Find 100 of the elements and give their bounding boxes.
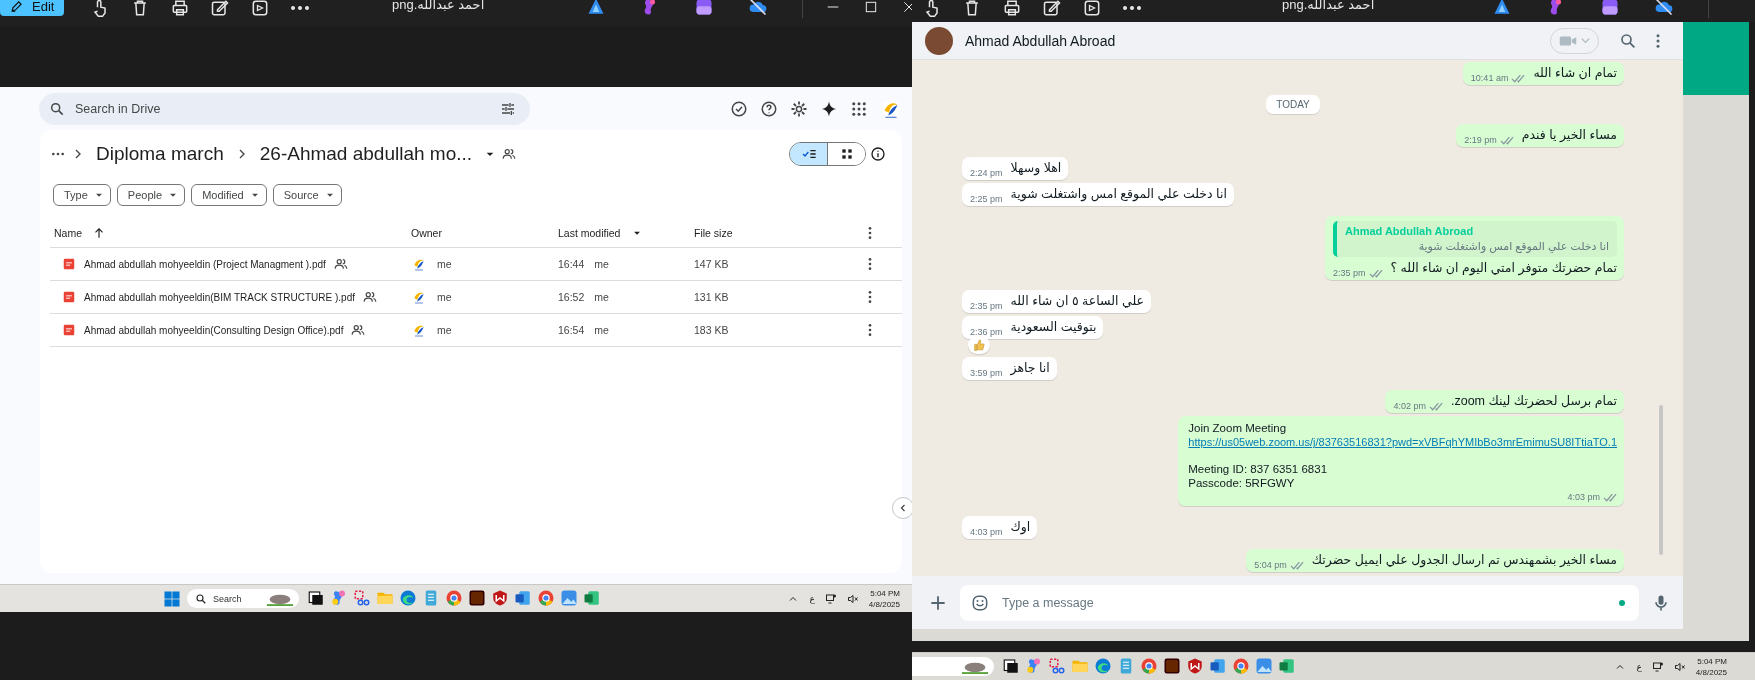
volume-muted-icon[interactable]: [846, 592, 859, 605]
clock-time[interactable]: 5:04 PM: [870, 587, 900, 599]
caret-icon: [1581, 38, 1590, 44]
message-text: بتوقيت السعودية: [1010, 319, 1097, 337]
cloud-off-icon[interactable]: [1654, 0, 1674, 17]
shared-icon: [351, 323, 366, 337]
clock-time[interactable]: 5:04 PM: [1697, 655, 1727, 667]
picture-icon[interactable]: [1255, 656, 1273, 677]
settings-icon[interactable]: [790, 99, 808, 118]
info-icon[interactable]: [870, 146, 886, 162]
modified-by: me: [594, 258, 609, 270]
message-text: Meeting ID: 837 6351 6831: [1188, 462, 1329, 477]
message-time: 10:41 am: [1470, 73, 1509, 84]
message-text: تمام حضرتك متوفر امتي اليوم ان شاء الله ؟: [1390, 260, 1617, 278]
contact-name[interactable]: Ahmad Abdullah Abroad: [965, 32, 1538, 49]
status-dot: [1619, 599, 1625, 606]
breadcrumb-link[interactable]: Diploma march: [96, 143, 224, 165]
modified-by: me: [594, 324, 609, 336]
search-field[interactable]: Search: [187, 589, 299, 608]
square-app-icon[interactable]: [694, 0, 714, 17]
file-name[interactable]: Ahmad abdullah mohyeeldin(Consulting Design Office).pdf: [84, 324, 344, 336]
message-time: 4:03 pm: [970, 527, 1003, 538]
message-time: 2:24 pm: [970, 168, 1003, 179]
column-header[interactable]: Owner: [411, 226, 558, 239]
filter-options-icon[interactable]: [500, 100, 516, 117]
read-ticks-icon: [1428, 401, 1443, 412]
breadcrumb-link[interactable]: 26-Ahmad abdullah mo...: [259, 143, 473, 165]
triangle-app-icon[interactable]: [586, 0, 606, 17]
more-icon: [290, 5, 311, 11]
list-view-toggle[interactable]: [790, 143, 827, 165]
message-time: 2:36 pm: [970, 327, 1003, 338]
start-icon[interactable]: [163, 589, 181, 608]
cloud-off-icon[interactable]: [748, 0, 768, 17]
column-header[interactable]: Last modified: [558, 226, 621, 239]
file-size: 183 KB: [694, 324, 730, 336]
network-icon[interactable]: [824, 592, 837, 605]
volume-muted-icon[interactable]: [1673, 660, 1686, 673]
offline-check-icon[interactable]: [730, 99, 748, 118]
edit-button[interactable]: Edit: [0, 0, 65, 16]
message-input[interactable]: Type a message: [960, 584, 1639, 621]
message-text: اوك: [1010, 519, 1031, 537]
file-name[interactable]: Ahmad abdullah mohyeeldin(BIM TRACK STRUCTURE ).pdf: [84, 291, 356, 303]
read-ticks-icon: [1603, 492, 1617, 503]
filter-chip[interactable]: Type: [53, 184, 111, 206]
app-tile-icon[interactable]: [468, 588, 486, 609]
search-field[interactable]: [912, 657, 994, 677]
quote-author: Ahmad Abdullah Abroad: [1344, 225, 1475, 238]
message-text: تمام برسل لحضرتك لينك zoom.: [1450, 393, 1617, 411]
network-icon[interactable]: [1651, 660, 1664, 673]
column-header[interactable]: Name: [54, 226, 82, 239]
message-time: 4:02 pm: [1393, 401, 1426, 412]
shared-folder-icon[interactable]: [502, 147, 517, 161]
owner-name: me: [437, 324, 452, 336]
owner-name: me: [437, 258, 452, 270]
window-title: احمد عبدالله.png: [1282, 0, 1375, 12]
apps-grid-icon[interactable]: [850, 99, 868, 118]
language-indicator[interactable]: ع: [809, 593, 815, 604]
clock-date[interactable]: 4/8/2025: [868, 598, 900, 610]
search-icon: [195, 592, 207, 605]
scrollbar-thumb[interactable]: [1659, 405, 1663, 556]
date-chip: TODAY: [1266, 95, 1320, 115]
edit-icon: [210, 0, 231, 18]
search-field[interactable]: Search in Drive: [39, 92, 530, 125]
pencil-icon: [10, 0, 24, 13]
message-text: اهلا وسهلا: [1010, 160, 1062, 178]
message-time: 2:19 pm: [1464, 135, 1497, 146]
search-icon[interactable]: [1619, 31, 1637, 50]
triangle-app-icon[interactable]: [1492, 0, 1512, 17]
filter-chip[interactable]: People: [116, 184, 186, 206]
account-logo-icon[interactable]: [880, 97, 902, 120]
read-ticks-icon: [1511, 73, 1526, 84]
maximize-icon[interactable]: [863, 0, 879, 15]
printer-icon: [1002, 0, 1022, 18]
app-tile-icon[interactable]: [1163, 656, 1181, 677]
modified-time: 16:54: [558, 324, 585, 336]
message-text: انا جاهز: [1010, 360, 1050, 378]
read-ticks-icon: [1289, 560, 1304, 571]
file-name[interactable]: Ahmad abdullah mohyeeldin (Project Managment ).pdf: [84, 258, 326, 270]
view-toggle[interactable]: [789, 142, 866, 166]
column-header[interactable]: File size: [694, 226, 862, 239]
help-icon[interactable]: [760, 99, 778, 118]
clock-date[interactable]: 4/8/2025: [1695, 666, 1727, 678]
modified-time: 16:52: [558, 291, 585, 303]
contact-avatar[interactable]: [925, 26, 953, 55]
language-indicator[interactable]: ع: [1636, 661, 1642, 672]
picture-icon[interactable]: [560, 588, 578, 609]
edit-icon: [1042, 0, 1062, 18]
shared-icon: [333, 257, 348, 271]
message-text: Passcode: 5RFGWY: [1188, 476, 1296, 491]
pdf-file-icon: [62, 290, 76, 304]
filter-chip[interactable]: Source: [272, 184, 342, 206]
file-size: 131 KB: [694, 291, 730, 303]
grid-view-toggle[interactable]: [827, 143, 865, 165]
message-time: 2:35 pm: [970, 301, 1003, 312]
message-time: 3:59 pm: [970, 368, 1003, 379]
filter-chip[interactable]: Modified: [191, 184, 267, 206]
square-app-icon[interactable]: [1600, 0, 1620, 17]
meeting-link[interactable]: https://us05web.zoom.us/j/83763516831?pwd=xVBFqhYMIbBo3mrEmimuSU8ITtiaTO.1: [1188, 435, 1617, 450]
modified-time: 16:44: [558, 258, 585, 270]
quote-text: انا دخلت علي الموقع امس واشتغلت شوية: [1417, 240, 1609, 254]
